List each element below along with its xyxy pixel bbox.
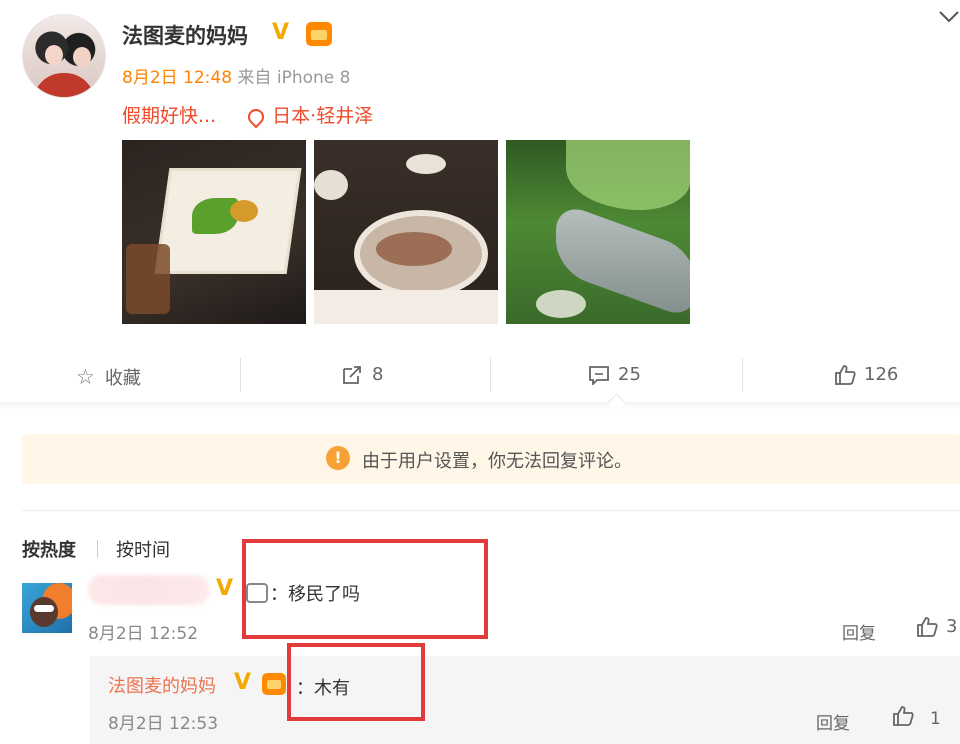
post-location[interactable]: 日本·轻井泽	[244, 105, 374, 128]
repost-button[interactable]: 8	[342, 364, 383, 385]
vip-crown-icon	[306, 22, 332, 46]
like-count: 126	[864, 364, 899, 385]
comment-icon	[588, 365, 609, 385]
comment-like-button[interactable]: 3	[916, 616, 957, 642]
thumbs-up-icon	[893, 706, 914, 726]
author-name[interactable]: 法图麦的妈妈	[122, 20, 248, 50]
author-avatar[interactable]	[22, 14, 106, 98]
reply-button[interactable]: 回复	[816, 709, 850, 734]
comment-like-count: 3	[946, 616, 958, 637]
photo-meal[interactable]	[314, 140, 498, 324]
post-date[interactable]: 8月2日 12:48	[122, 68, 232, 88]
favorite-label: 收藏	[104, 368, 141, 389]
repost-icon	[342, 365, 362, 385]
favorite-button[interactable]: ☆ 收藏	[76, 364, 141, 390]
comment-button[interactable]: 25	[588, 364, 641, 385]
reply-like-button[interactable]	[892, 706, 914, 726]
notice-text: 由于用户设置，你无法回复评论。	[362, 451, 632, 472]
tab-divider	[97, 540, 98, 558]
comment-time: 8月2日 12:52	[88, 624, 199, 644]
divider	[22, 510, 960, 511]
star-icon: ☆	[76, 365, 95, 389]
sort-by-hot-tab[interactable]: 按热度	[22, 536, 76, 562]
comment-count: 25	[618, 364, 641, 385]
location-pin-icon	[244, 105, 268, 128]
highlight-box-comment	[242, 539, 488, 639]
thumbs-up-icon	[834, 364, 856, 385]
photo-dessert[interactable]	[122, 140, 306, 324]
vip-crown-icon	[262, 673, 286, 695]
photo-forest-river[interactable]	[506, 140, 690, 324]
reply-author-name[interactable]: 法图麦的妈妈	[108, 672, 216, 698]
post-action-bar: ☆ 收藏 8 25 126	[0, 352, 960, 400]
post-content: 假期好快... 日本·轻井泽	[122, 101, 373, 128]
reply-like-count: 1	[930, 709, 941, 729]
highlight-box-reply	[287, 643, 425, 721]
thumbs-up-icon	[917, 616, 938, 637]
like-button[interactable]: 126	[834, 364, 898, 385]
chevron-down-icon[interactable]	[938, 10, 960, 24]
commenter-avatar[interactable]	[22, 583, 72, 633]
reply-button[interactable]: 回复	[842, 619, 876, 644]
commenter-name-blurred[interactable]	[88, 575, 210, 605]
reply-time: 8月2日 12:53	[108, 714, 219, 734]
verified-badge-icon: V	[216, 576, 234, 601]
post-text: 假期好快...	[122, 105, 217, 127]
repost-count: 8	[372, 364, 384, 385]
reply-restriction-notice: ! 由于用户设置，你无法回复评论。	[22, 434, 960, 484]
verified-badge-icon: V	[272, 20, 290, 45]
sort-by-time-tab[interactable]: 按时间	[116, 536, 170, 562]
post-meta: 8月2日 12:48 来自 iPhone 8	[122, 63, 350, 88]
warning-icon: !	[326, 446, 350, 470]
verified-badge-icon: V	[234, 670, 252, 695]
action-bar-shadow	[0, 402, 960, 410]
location-label: 日本·轻井泽	[272, 105, 374, 127]
post-source: 来自 iPhone 8	[237, 68, 351, 88]
